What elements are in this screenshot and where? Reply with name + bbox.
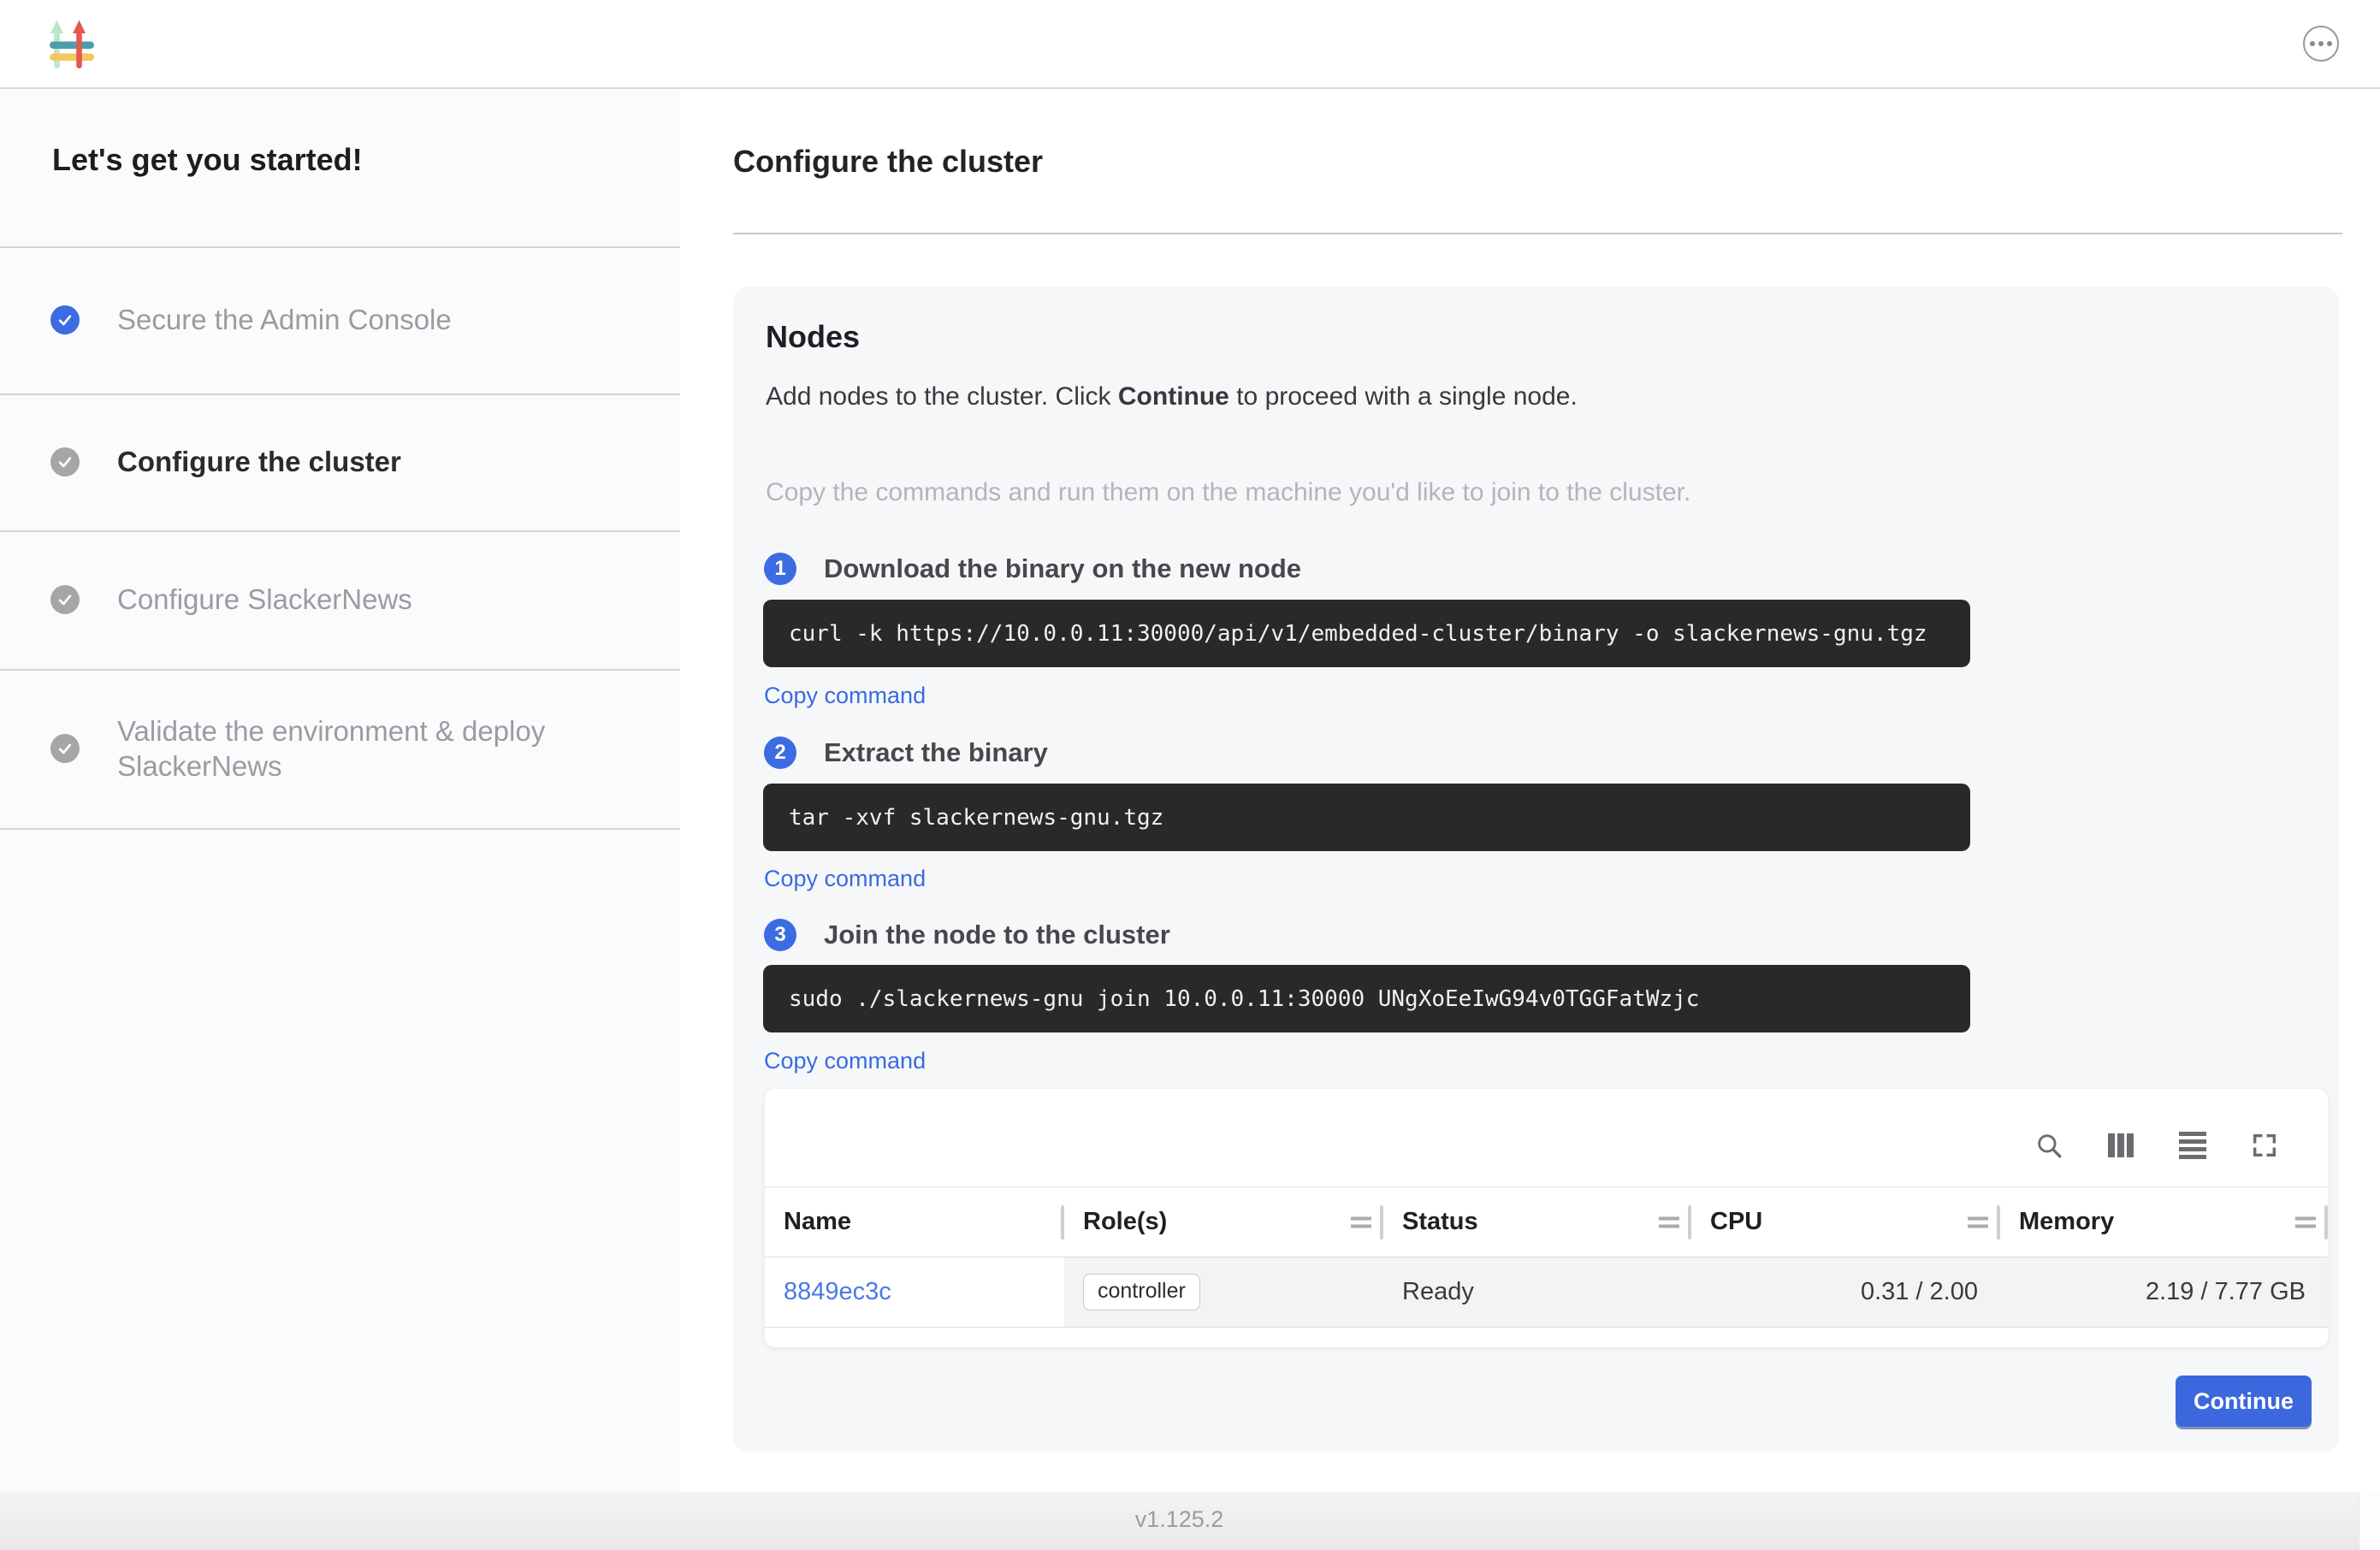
main-content: Configure the cluster Nodes Add nodes to…: [680, 91, 2380, 1492]
scrollbar-track[interactable]: [2359, 1492, 2380, 1550]
column-label: Status: [1402, 1208, 1478, 1236]
intro-suffix: to proceed with a single node.: [1229, 382, 1578, 411]
column-menu-icon[interactable]: [1351, 1216, 1371, 1228]
admin-console-page: Let's get you started! Secure the Admin …: [0, 0, 2380, 1550]
density-icon[interactable]: [2177, 1130, 2208, 1161]
column-header-memory[interactable]: Memory: [2000, 1187, 2328, 1257]
step-3-heading: 3 Join the node to the cluster: [764, 919, 1170, 951]
nodes-data-grid: Name Role(s) Status: [765, 1186, 2328, 1328]
column-menu-icon[interactable]: [1659, 1216, 1679, 1228]
intro-prefix: Add nodes to the cluster. Click: [766, 382, 1118, 411]
column-header-status[interactable]: Status: [1383, 1187, 1691, 1257]
search-icon[interactable]: [2034, 1130, 2064, 1161]
check-circle-icon: [50, 585, 80, 614]
check-circle-icon: [50, 447, 80, 476]
step-1-number-badge: 1: [764, 553, 796, 585]
setup-steps-sidebar: Let's get you started! Secure the Admin …: [0, 91, 680, 1492]
footer-bar: v1.125.2: [0, 1492, 2359, 1550]
step-2-copy-command-link[interactable]: Copy command: [764, 866, 926, 892]
fullscreen-icon[interactable]: [2249, 1130, 2280, 1161]
intro-continue-word: Continue: [1118, 382, 1229, 411]
column-header-cpu[interactable]: CPU: [1691, 1187, 2000, 1257]
step-3-copy-command-link[interactable]: Copy command: [764, 1048, 926, 1074]
nodes-table-card: Name Role(s) Status: [765, 1089, 2328, 1347]
sidebar-item-configure-cluster[interactable]: Configure the cluster: [0, 393, 680, 530]
step-1-title: Download the binary on the new node: [824, 553, 1301, 584]
step-2-title: Extract the binary: [824, 737, 1048, 768]
step-1-copy-command-link[interactable]: Copy command: [764, 683, 926, 709]
grid-header-row: Name Role(s) Status: [765, 1186, 2328, 1257]
check-circle-icon: [50, 305, 80, 334]
column-menu-icon[interactable]: [1968, 1216, 1988, 1228]
node-status-cell: Ready: [1383, 1257, 1691, 1327]
column-label: CPU: [1710, 1208, 1762, 1236]
nodes-heading: Nodes: [766, 319, 860, 355]
step-1-command: curl -k https://10.0.0.11:30000/api/v1/e…: [789, 621, 1927, 647]
role-chip: controller: [1083, 1274, 1200, 1310]
node-name-cell: 8849ec3c: [765, 1257, 1064, 1327]
ellipsis-dot: [2327, 41, 2332, 46]
ellipsis-dot: [2318, 41, 2324, 46]
sidebar-item-validate-deploy[interactable]: Validate the environment & deploy Slacke…: [0, 669, 680, 828]
step-2-code-block: tar -xvf slackernews-gnu.tgz: [763, 784, 1970, 851]
sidebar-item-label: Secure the Admin Console: [117, 302, 452, 337]
sidebar-item-label: Configure the cluster: [117, 444, 401, 479]
sidebar-item-label: Validate the environment & deploy Slacke…: [117, 713, 631, 784]
column-label: Memory: [2019, 1208, 2114, 1236]
continue-button[interactable]: Continue: [2176, 1375, 2312, 1427]
column-header-roles[interactable]: Role(s): [1064, 1187, 1383, 1257]
step-3-number-badge: 3: [764, 919, 796, 951]
divider: [733, 233, 2342, 234]
nodes-card: Nodes Add nodes to the cluster. Click Co…: [733, 287, 2339, 1452]
step-3-command: sudo ./slackernews-gnu join 10.0.0.11:30…: [789, 986, 1699, 1012]
column-header-name[interactable]: Name: [765, 1187, 1064, 1257]
column-label: Role(s): [1083, 1208, 1167, 1236]
node-name-link[interactable]: 8849ec3c: [784, 1278, 891, 1306]
ellipsis-menu-button[interactable]: [2303, 26, 2339, 62]
copy-commands-helper-text: Copy the commands and run them on the ma…: [766, 478, 1690, 507]
step-1-code-block: curl -k https://10.0.0.11:30000/api/v1/e…: [763, 600, 1970, 667]
step-2-command: tar -xvf slackernews-gnu.tgz: [789, 805, 1163, 831]
column-menu-icon[interactable]: [2295, 1216, 2316, 1228]
node-roles-cell: controller: [1064, 1257, 1383, 1327]
version-label: v1.125.2: [0, 1506, 2359, 1533]
column-separator[interactable]: [2324, 1205, 2328, 1239]
sidebar-item-secure-admin-console[interactable]: Secure the Admin Console: [0, 246, 680, 393]
step-3-title: Join the node to the cluster: [824, 920, 1170, 950]
slackernews-logo-icon: [50, 19, 94, 70]
divider: [0, 828, 680, 830]
sidebar-item-label: Configure SlackerNews: [117, 582, 412, 617]
step-3-code-block: sudo ./slackernews-gnu join 10.0.0.11:30…: [763, 965, 1970, 1032]
ellipsis-dot: [2310, 41, 2315, 46]
sidebar-title: Let's get you started!: [52, 142, 363, 178]
sidebar-item-configure-slackernews[interactable]: Configure SlackerNews: [0, 530, 680, 669]
columns-icon[interactable]: [2105, 1130, 2136, 1161]
check-circle-icon: [50, 734, 80, 763]
column-label: Name: [784, 1208, 851, 1236]
step-2-number-badge: 2: [764, 737, 796, 769]
page-title: Configure the cluster: [733, 144, 1043, 180]
table-row: 8849ec3c controller Ready 0.31 / 2.00 2.…: [765, 1257, 2328, 1328]
nodes-intro-text: Add nodes to the cluster. Click Continue…: [766, 382, 1578, 411]
node-memory-cell: 2.19 / 7.77 GB: [2000, 1257, 2328, 1327]
table-toolbar: [2034, 1130, 2280, 1161]
step-2-heading: 2 Extract the binary: [764, 737, 1048, 769]
node-cpu-cell: 0.31 / 2.00: [1691, 1257, 2000, 1327]
step-1-heading: 1 Download the binary on the new node: [764, 553, 1301, 585]
top-header-bar: [0, 0, 2380, 89]
